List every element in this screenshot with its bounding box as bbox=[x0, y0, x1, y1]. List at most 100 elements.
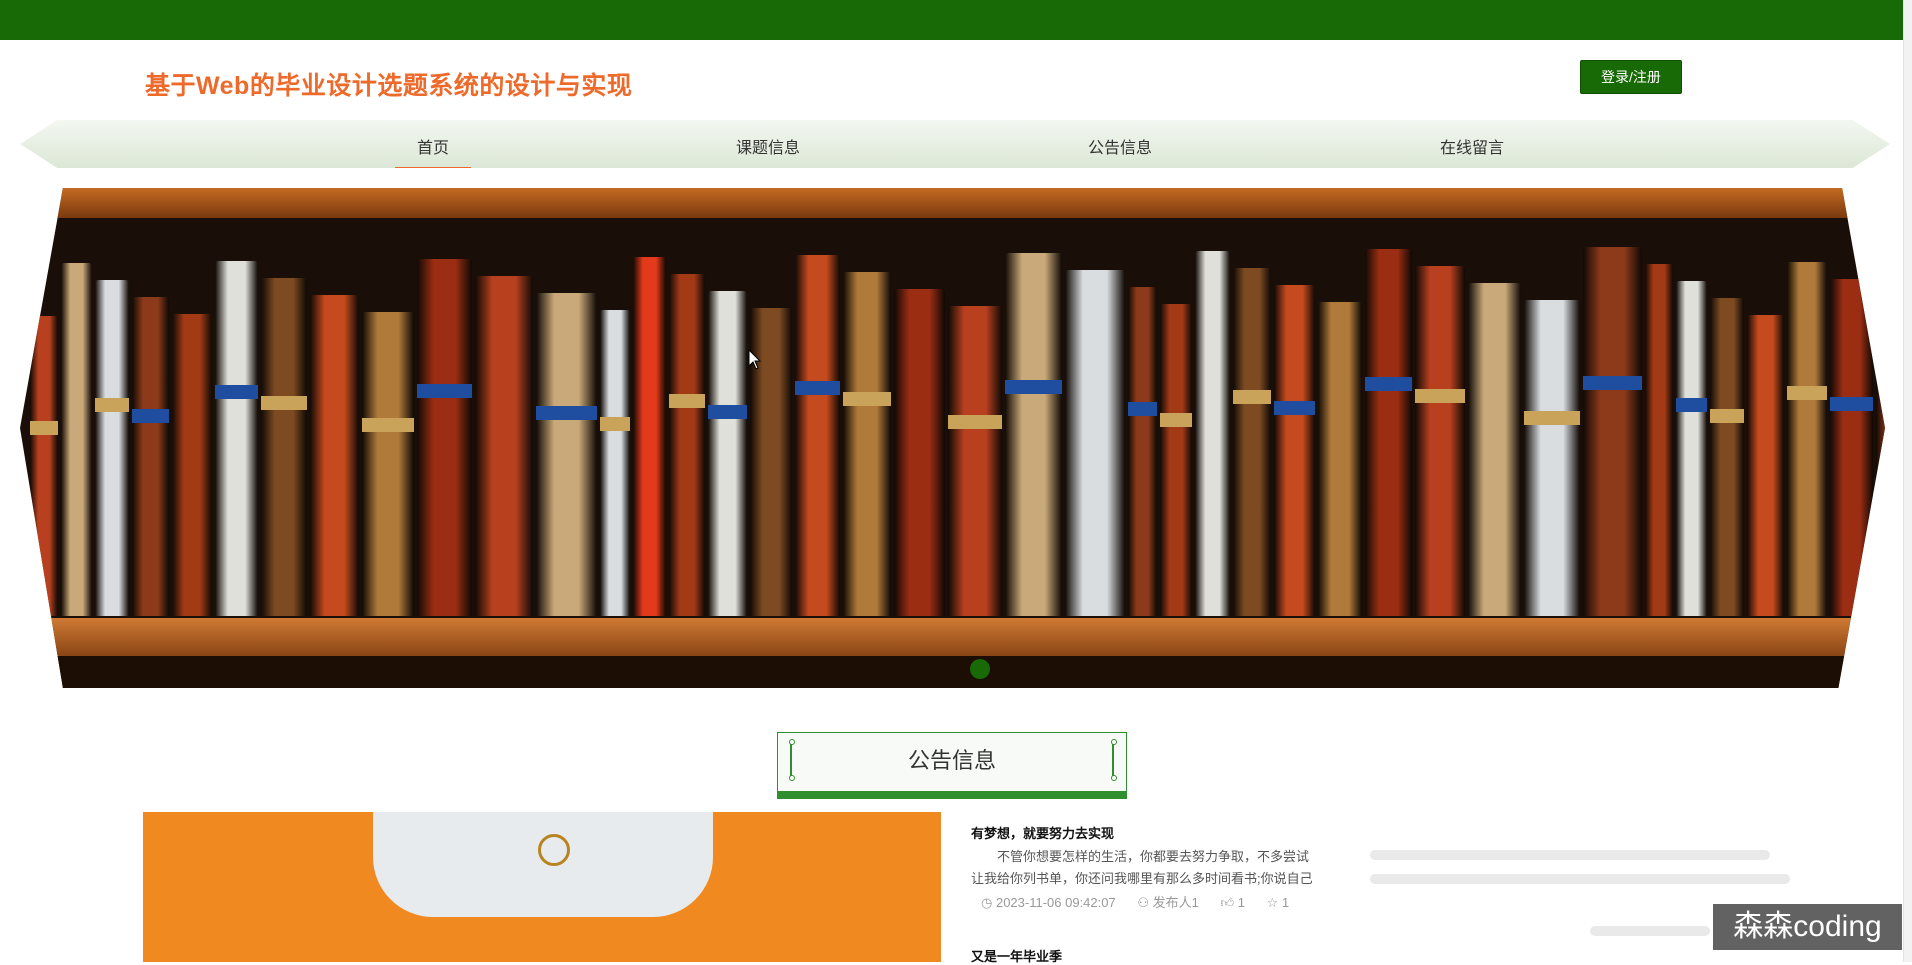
book-spine bbox=[1645, 264, 1673, 616]
book-spine bbox=[132, 297, 169, 616]
news-meta: ◷ 2023-11-06 09:42:07 ⚇ 发布人1 👍︎ 1 ☆ 1 bbox=[981, 892, 1307, 911]
banner-shelf-bottom bbox=[20, 618, 1885, 656]
book-spine bbox=[1274, 285, 1315, 616]
banner-shelf-top bbox=[20, 188, 1885, 218]
news-title[interactable]: 又是一年毕业季 bbox=[971, 946, 1062, 965]
book-spine-label bbox=[261, 396, 307, 411]
book-spine bbox=[1468, 283, 1521, 616]
book-spine bbox=[215, 261, 258, 616]
carousel-indicator-dot[interactable] bbox=[970, 659, 990, 679]
book-spine bbox=[61, 263, 92, 616]
book-spine-label bbox=[1005, 380, 1062, 395]
book-spine bbox=[172, 314, 212, 616]
book-spine bbox=[1524, 300, 1580, 616]
news-likes[interactable]: 👍︎ 1 bbox=[1220, 895, 1244, 910]
book-spine bbox=[1787, 262, 1827, 616]
book-spine bbox=[1128, 287, 1157, 616]
main-nav: 首页 课题信息 公告信息 在线留言 bbox=[20, 120, 1890, 168]
blurred-text-line bbox=[1370, 850, 1770, 860]
news-excerpt: 不管你想要怎样的生活，你都要去努力争取，不多尝试 让我给你列书单，你还问我哪里有… bbox=[971, 846, 1341, 890]
nav-item-topics[interactable]: 课题信息 bbox=[736, 134, 800, 158]
book-spine-label bbox=[417, 383, 472, 398]
news-excerpt-line-2: 让我给你列书单，你还问我哪里有那么多时间看书;你说自己 bbox=[971, 871, 1313, 886]
book-spine bbox=[669, 274, 705, 616]
news-image-decor bbox=[373, 812, 713, 917]
nav-item-messages[interactable]: 在线留言 bbox=[1440, 134, 1504, 158]
section-title-left-ornament bbox=[788, 739, 795, 781]
book-spine-label bbox=[132, 408, 169, 423]
book-spine-label bbox=[536, 406, 597, 421]
news-image-ornament bbox=[538, 834, 570, 866]
banner-shelf-base bbox=[20, 656, 1885, 688]
book-spine-label bbox=[708, 404, 747, 419]
book-spine-label bbox=[669, 393, 705, 408]
scrollbar[interactable] bbox=[1903, 0, 1912, 962]
book-spine-label bbox=[215, 385, 258, 400]
news-excerpt-line-1: 不管你想要怎样的生活，你都要去努力争取，不多尝试 bbox=[997, 849, 1310, 864]
book-spine-label bbox=[600, 417, 630, 432]
book-spine bbox=[795, 255, 840, 616]
section-title-text: 公告信息 bbox=[907, 748, 996, 773]
book-spine-label bbox=[795, 381, 840, 396]
book-spine-label bbox=[1160, 413, 1192, 428]
book-spine bbox=[1676, 281, 1707, 616]
nav-item-home[interactable]: 首页 bbox=[394, 134, 472, 168]
book-spine bbox=[30, 316, 58, 616]
book-spine bbox=[948, 306, 1002, 616]
news-favorites-value: 1 bbox=[1281, 895, 1290, 910]
section-title-announcements: 公告信息 bbox=[777, 732, 1127, 799]
book-spine bbox=[536, 293, 597, 616]
book-spine-label bbox=[1233, 389, 1271, 404]
book-spine bbox=[417, 259, 472, 616]
news-title[interactable]: 有梦想，就要努力去实现 bbox=[971, 823, 1114, 842]
book-spine-label bbox=[30, 421, 58, 435]
book-spine-label bbox=[1415, 388, 1465, 403]
book-spine-label bbox=[362, 418, 414, 433]
book-spine-label bbox=[1787, 385, 1827, 400]
news-featured-image[interactable] bbox=[143, 812, 941, 962]
book-spine bbox=[261, 278, 307, 616]
blurred-text-line bbox=[1370, 874, 1790, 884]
news-author-value: 发布人1 bbox=[1152, 895, 1199, 910]
book-spine-label bbox=[1128, 402, 1157, 417]
book-spine bbox=[95, 280, 129, 616]
banner-carousel[interactable] bbox=[20, 188, 1885, 688]
book-spine bbox=[1710, 298, 1744, 616]
news-author: ⚇ 发布人1 bbox=[1137, 895, 1199, 910]
book-spine bbox=[475, 276, 533, 616]
news-date: ◷ 2023-11-06 09:42:07 bbox=[981, 895, 1116, 910]
book-spine-label bbox=[1830, 396, 1873, 411]
news-date-value: 2023-11-06 09:42:07 bbox=[995, 895, 1116, 910]
book-spine-label bbox=[948, 414, 1002, 429]
book-spine-label bbox=[1710, 409, 1744, 424]
book-spine bbox=[1005, 253, 1062, 616]
book-spine-label bbox=[1365, 377, 1412, 392]
book-spine bbox=[894, 289, 945, 616]
book-spine bbox=[1065, 270, 1125, 616]
book-spine bbox=[1830, 279, 1873, 616]
book-spine-label bbox=[1676, 398, 1707, 413]
nav-item-announcements[interactable]: 公告信息 bbox=[1088, 134, 1152, 158]
book-spine-label bbox=[95, 397, 129, 412]
news-favorites[interactable]: ☆ 1 bbox=[1267, 895, 1290, 910]
news-likes-value: 1 bbox=[1237, 895, 1245, 910]
book-spine-label bbox=[1583, 376, 1642, 391]
site-title: 基于Web的毕业设计选题系统的设计与实现 bbox=[145, 72, 633, 100]
blurred-text-line bbox=[1590, 926, 1710, 936]
login-register-button[interactable]: 登录/注册 bbox=[1580, 60, 1682, 94]
watermark: 森森coding bbox=[1713, 904, 1902, 950]
book-spine bbox=[1195, 251, 1230, 616]
book-spine bbox=[1747, 315, 1784, 616]
book-spine bbox=[310, 295, 359, 616]
book-spine bbox=[362, 312, 414, 616]
book-spine bbox=[1318, 302, 1362, 616]
book-spine bbox=[600, 310, 630, 616]
book-spine bbox=[1415, 266, 1465, 616]
book-spine bbox=[1583, 247, 1642, 616]
section-title-right-ornament bbox=[1110, 739, 1117, 781]
book-spine bbox=[633, 257, 666, 616]
book-spine-label bbox=[1524, 410, 1580, 425]
book-spine bbox=[1233, 268, 1271, 616]
book-spine bbox=[1876, 296, 1885, 616]
mouse-cursor-icon bbox=[748, 349, 762, 370]
